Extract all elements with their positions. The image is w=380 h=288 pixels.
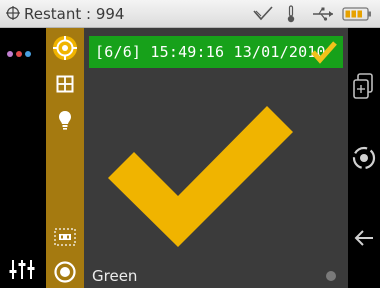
measurement-panel: [6/6] 15:49:16 13/01/2010 Green <box>84 28 348 288</box>
status-bar: Restant : 994 <box>0 0 380 28</box>
thermometer-icon <box>286 5 296 27</box>
film-icon[interactable] <box>46 226 84 248</box>
export-icon[interactable] <box>348 70 380 102</box>
pass-check-icon <box>311 40 337 68</box>
usb-icon <box>312 5 334 27</box>
remaining-count-label: Restant : 994 <box>24 5 125 23</box>
tool-column <box>46 28 84 288</box>
result-banner: [6/6] 15:49:16 13/01/2010 <box>89 36 343 68</box>
indicator-dot <box>326 271 336 281</box>
target-icon[interactable] <box>46 34 84 62</box>
status-title: Restant : 994 <box>6 4 124 24</box>
right-strip <box>348 28 380 288</box>
record-icon[interactable] <box>46 260 84 284</box>
battery-icon <box>342 5 372 27</box>
check-outline-icon <box>252 5 274 27</box>
back-icon[interactable] <box>348 224 380 252</box>
grid-icon[interactable] <box>46 72 84 96</box>
result-text: [6/6] 15:49:16 13/01/2010 <box>95 43 326 61</box>
lightbulb-icon[interactable] <box>46 108 84 132</box>
dots-icon[interactable] <box>6 44 38 63</box>
left-strip <box>0 28 46 288</box>
color-name-label: Green <box>92 267 138 285</box>
rotate-icon[interactable] <box>348 142 380 174</box>
crosshair-icon <box>6 5 20 25</box>
large-pass-check-icon <box>84 68 348 268</box>
sliders-icon[interactable] <box>8 258 36 284</box>
